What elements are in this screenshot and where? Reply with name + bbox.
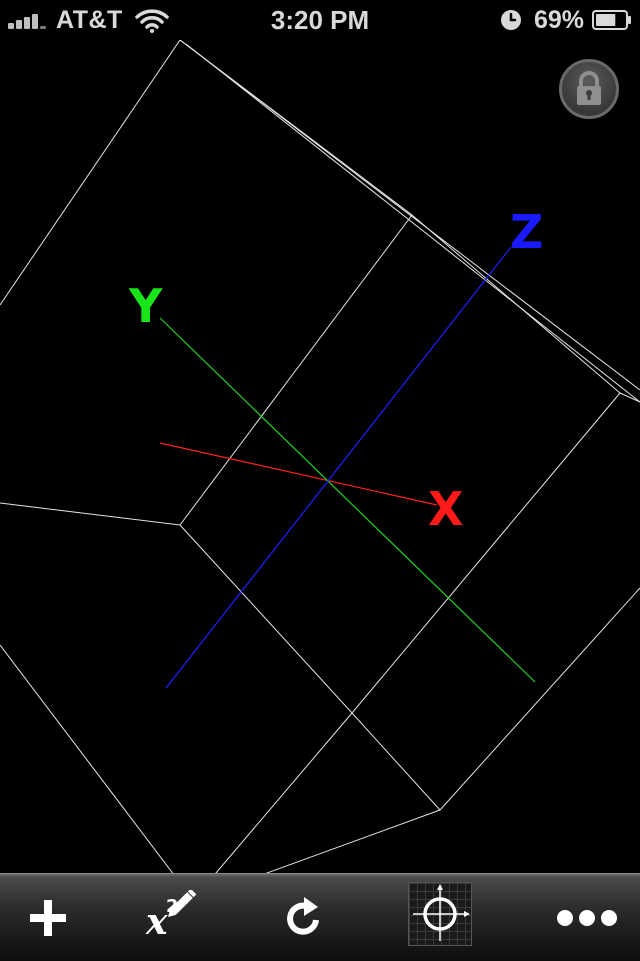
z-axis-label: Z <box>510 205 543 259</box>
alarm-clock-icon <box>500 10 521 30</box>
more-button[interactable] <box>555 882 619 954</box>
battery-icon <box>592 10 631 30</box>
bottom-toolbar: x 2 <box>0 873 640 961</box>
y-axis-line <box>159 317 536 683</box>
padlock-icon <box>577 71 601 105</box>
status-bar: AT&T 3:20 PM 69% <box>0 0 640 40</box>
wireframe-box <box>0 39 640 901</box>
rotate-button[interactable] <box>272 882 336 954</box>
rotate-arrow-icon <box>287 897 319 935</box>
battery-percentage: 69% <box>533 5 584 34</box>
status-bar-right: 69% <box>500 0 632 40</box>
plus-icon <box>30 900 66 936</box>
add-button[interactable] <box>16 882 80 954</box>
battery-fill <box>596 14 616 26</box>
graph-viewport[interactable]: X Y Z <box>0 0 640 960</box>
formula-edit-button[interactable]: x 2 <box>140 882 204 954</box>
crosshair-icon <box>413 884 470 941</box>
y-axis-label: Y <box>128 279 163 333</box>
ellipsis-icon <box>557 910 617 926</box>
formula-icon-base: x <box>145 901 168 943</box>
x-axis-label: X <box>428 482 463 536</box>
wireframe-edge <box>351 587 640 811</box>
lock-button[interactable] <box>559 59 619 119</box>
wireframe-edge <box>179 214 621 714</box>
center-view-button[interactable] <box>408 882 472 946</box>
x-squared-pencil-icon: x 2 <box>145 890 197 943</box>
